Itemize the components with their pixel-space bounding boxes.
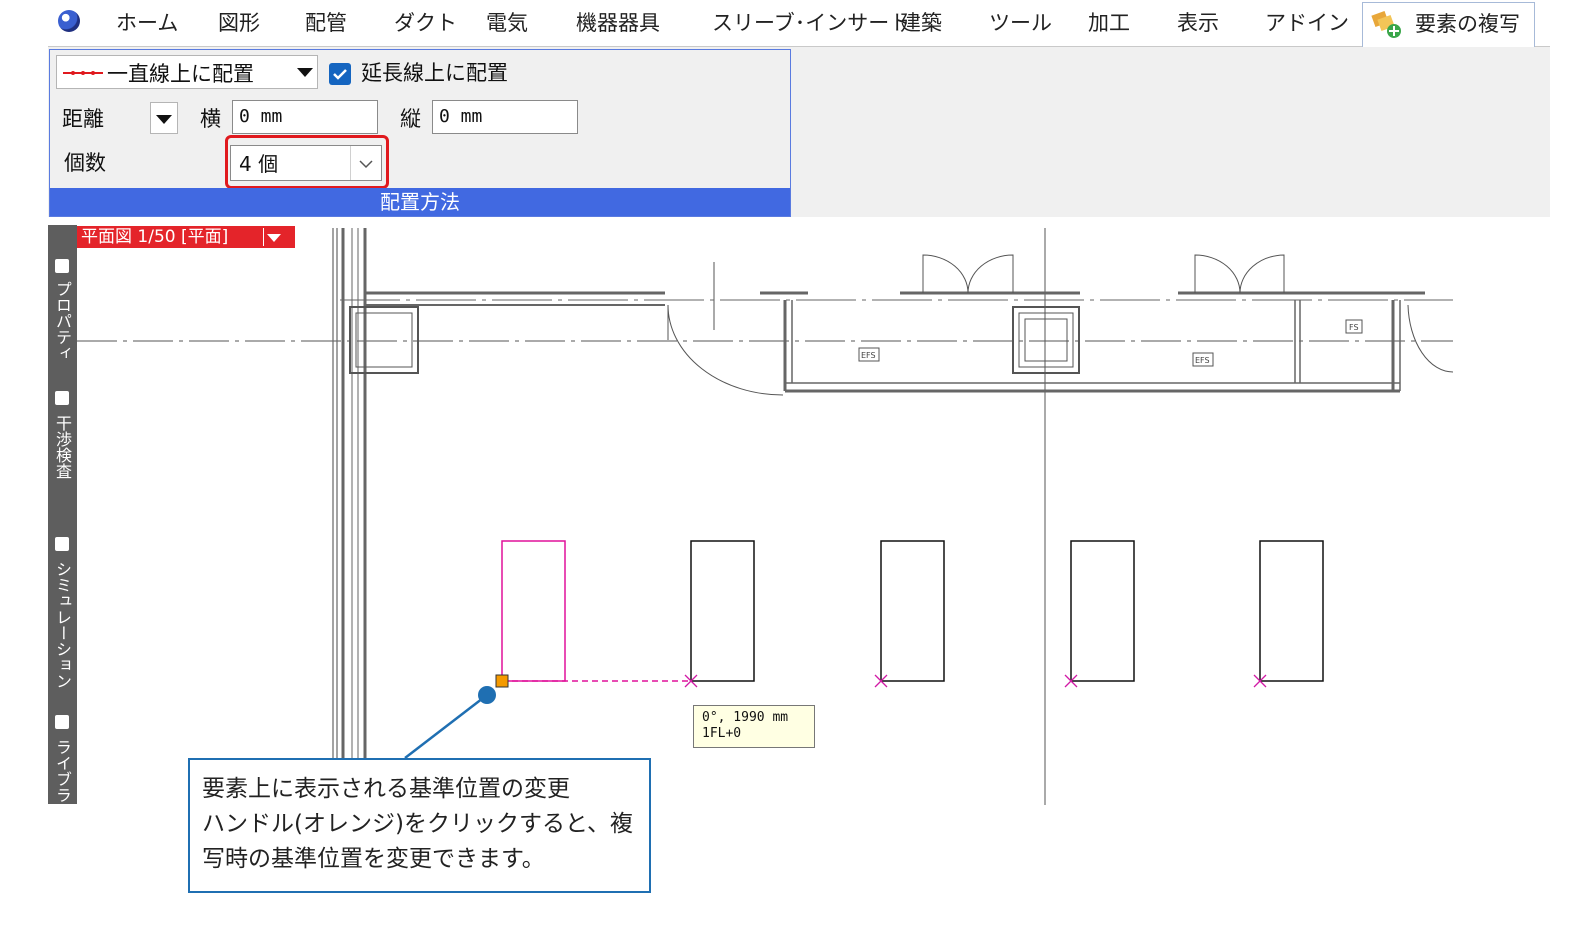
app-menu-icon[interactable] <box>58 10 80 32</box>
tab-copy-elements[interactable]: 要素の複写 <box>1362 2 1535 47</box>
chevron-down-icon <box>156 115 172 124</box>
properties-icon <box>55 259 69 273</box>
panel-group-title: 配置方法 <box>50 188 790 216</box>
tab-tools[interactable]: ツール <box>989 0 1052 46</box>
tab-equipment[interactable]: 機器器具 <box>576 0 660 46</box>
count-highlight-frame <box>225 135 389 189</box>
efs-label: EFS <box>1195 356 1210 365</box>
library-icon <box>55 715 69 729</box>
vertical-label: 縦 <box>400 107 421 131</box>
chevron-down-icon[interactable] <box>267 234 281 242</box>
dimension-tooltip: 0°, 1990 mm 1FL+0 <box>693 705 815 748</box>
placement-panel: 一直線上に配置 延長線上に配置 距離 横 0 mm 縦 0 mm 個数 4 個 … <box>49 49 791 217</box>
dock-item-simulation[interactable]: シミュレーション <box>48 561 77 711</box>
simulation-icon <box>55 537 69 551</box>
tooltip-angle-distance: 0°, 1990 mm <box>702 710 789 725</box>
placement-method-value: 一直線上に配置 <box>107 62 254 86</box>
efs-label: EFS <box>861 351 876 360</box>
selected-element[interactable] <box>501 540 566 682</box>
ribbon-tab-bar: ホーム 図形 配管 ダクト 電気 機器器具 スリーブ･インサート 建築 ツール … <box>48 0 1550 47</box>
count-label: 個数 <box>64 151 106 175</box>
fs-label: FS <box>1349 323 1359 332</box>
copy-preview-element <box>880 540 945 682</box>
tab-architecture[interactable]: 建築 <box>900 0 942 46</box>
dock-item-library[interactable]: ライブラ <box>48 739 77 804</box>
dock-item-interference-check[interactable]: 干渉検査 <box>48 415 77 525</box>
placement-method-dropdown[interactable]: 一直線上に配置 <box>56 55 318 89</box>
extend-line-checkbox[interactable] <box>329 63 351 85</box>
chevron-down-icon <box>297 68 313 77</box>
base-point-handle[interactable] <box>495 674 509 688</box>
callout-line-2: ハンドル(オレンジ)をクリックすると、複 <box>202 811 634 837</box>
copy-elements-icon <box>1371 11 1401 38</box>
linear-placement-icon <box>63 71 103 75</box>
tab-electrical[interactable]: 電気 <box>486 0 528 46</box>
tab-duct[interactable]: ダクト <box>394 0 457 46</box>
horizontal-distance-input[interactable]: 0 mm <box>232 100 378 134</box>
view-tag-divider <box>263 228 264 246</box>
tab-piping[interactable]: 配管 <box>305 0 347 46</box>
extend-line-label: 延長線上に配置 <box>361 61 508 85</box>
callout-line-1: 要素上に表示される基準位置の変更 <box>202 776 570 802</box>
explanation-callout: 要素上に表示される基準位置の変更 ハンドル(オレンジ)をクリックすると、複 写時… <box>188 758 651 893</box>
checkmark-icon <box>333 69 347 80</box>
tab-processing[interactable]: 加工 <box>1088 0 1130 46</box>
copy-preview-element <box>1070 540 1135 682</box>
tab-sleeve-insert[interactable]: スリーブ･インサート <box>712 0 910 46</box>
distance-label: 距離 <box>62 107 104 131</box>
tab-addin[interactable]: アドイン <box>1265 0 1349 46</box>
view-tag[interactable]: 平面図 1/50 [平面] <box>77 226 295 248</box>
side-dock: プロパティ 干渉検査 シミュレーション ライブラ <box>48 225 77 804</box>
vertical-distance-input[interactable]: 0 mm <box>432 100 578 134</box>
distance-dropdown-button[interactable] <box>150 102 178 134</box>
view-tag-label: 平面図 1/50 [平面] <box>81 227 229 247</box>
copy-preview-element <box>1259 540 1324 682</box>
tooltip-level: 1FL+0 <box>702 726 742 741</box>
callout-line-3: 写時の基準位置を変更できます。 <box>202 846 545 872</box>
tab-shapes[interactable]: 図形 <box>218 0 260 46</box>
dock-item-properties[interactable]: プロパティ <box>48 281 77 381</box>
interference-icon <box>55 391 69 405</box>
tab-copy-elements-label: 要素の複写 <box>1415 12 1520 36</box>
horizontal-label: 横 <box>200 107 221 131</box>
wall-horizontal <box>340 291 1453 393</box>
tab-home[interactable]: ホーム <box>116 0 178 46</box>
copy-preview-element <box>690 540 755 682</box>
tab-view[interactable]: 表示 <box>1177 0 1219 46</box>
